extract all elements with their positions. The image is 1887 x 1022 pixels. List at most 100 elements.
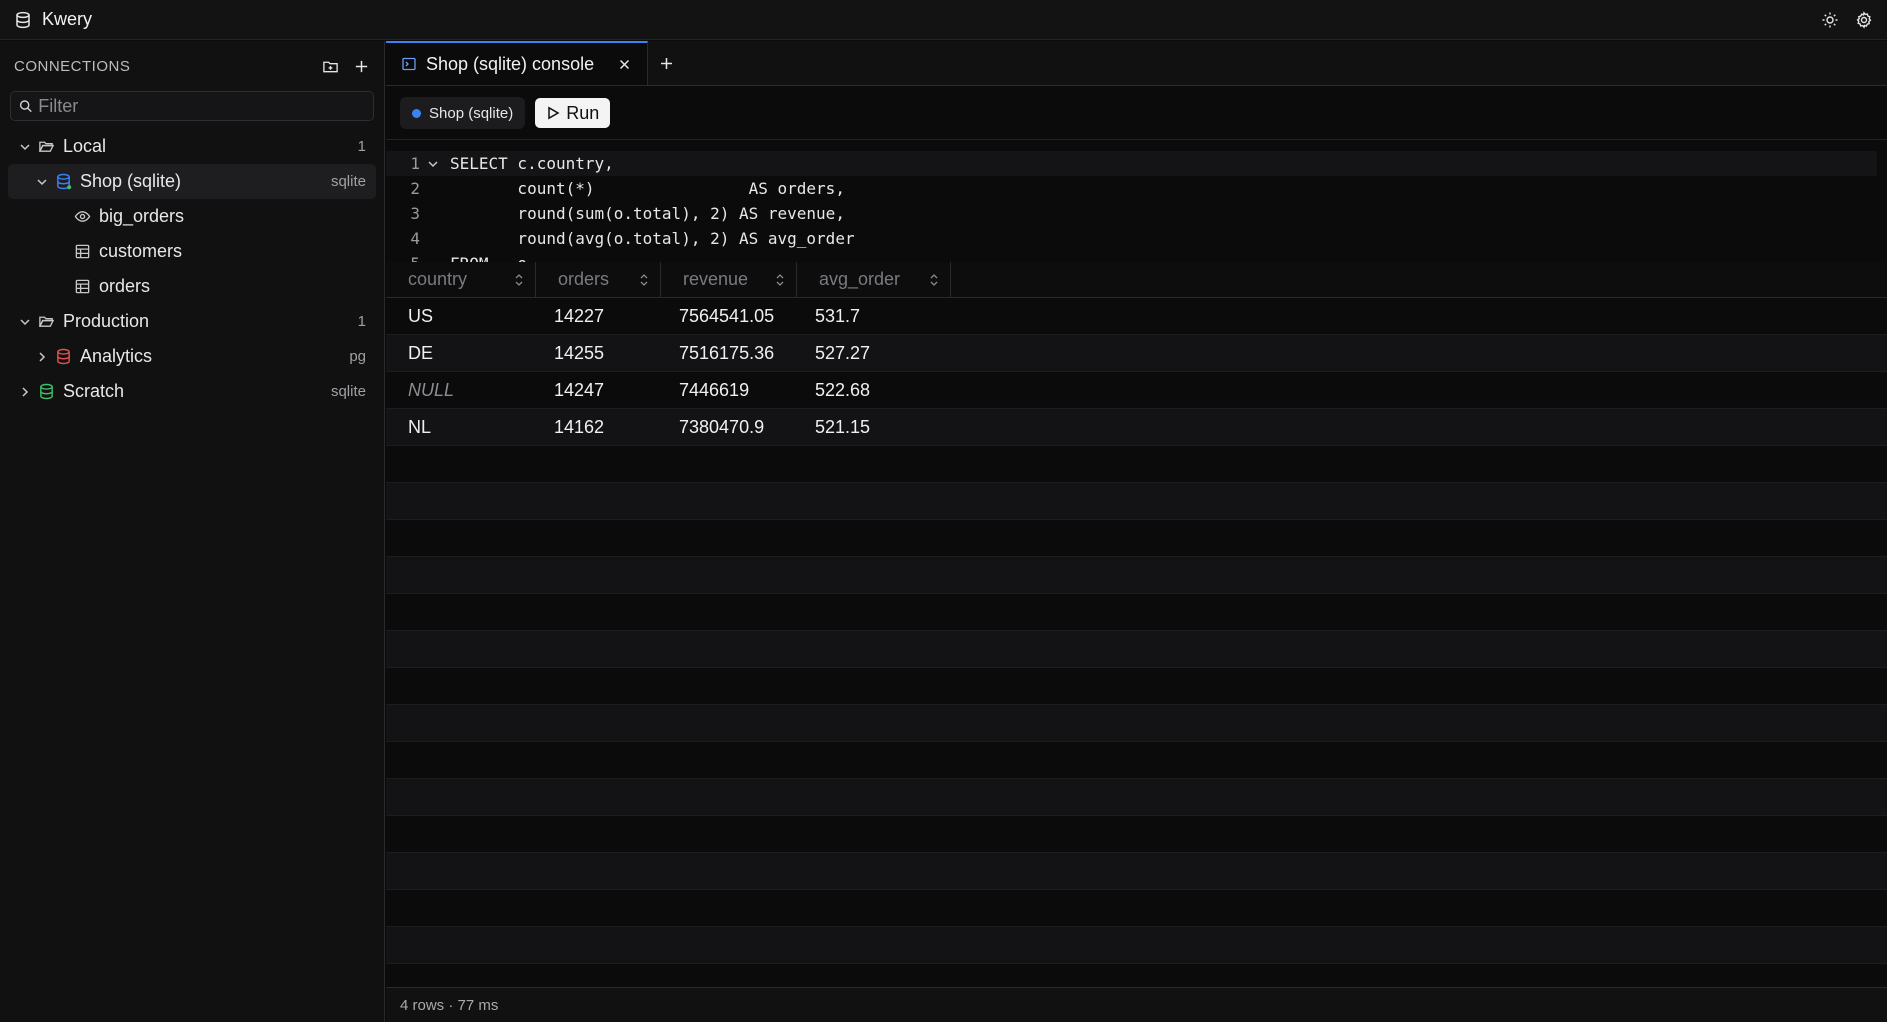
sort-icon[interactable] xyxy=(638,273,650,287)
run-button[interactable]: Run xyxy=(535,98,611,128)
tree-item-label: big_orders xyxy=(99,206,185,226)
line-number: 1 xyxy=(410,154,420,173)
tree-item-label: Shop (sqlite) xyxy=(80,171,182,191)
tree-item-analytics[interactable]: Analytics pg xyxy=(8,339,376,374)
empty-grid-area xyxy=(386,446,1887,964)
empty-row xyxy=(386,520,1887,557)
close-icon[interactable] xyxy=(618,58,631,71)
table-cell[interactable]: 7564541.05 xyxy=(661,298,797,334)
eye-icon xyxy=(74,211,91,222)
tree-item-type: sqlite xyxy=(330,383,366,400)
sql-editor[interactable]: 1 SELECT c.country, 2 count(*) AS orders… xyxy=(386,141,1887,262)
table-row[interactable]: DE 14255 7516175.36 527.27 xyxy=(386,335,1887,372)
gear-icon[interactable] xyxy=(1855,10,1873,29)
table-cell[interactable]: 522.68 xyxy=(797,372,951,408)
table-row[interactable]: US 14227 7564541.05 531.7 xyxy=(386,298,1887,335)
chevron-down-icon[interactable] xyxy=(18,140,32,154)
code-line[interactable]: 5 FROM o xyxy=(386,251,1887,262)
tree-item-label: Production xyxy=(63,311,150,331)
table-cell[interactable]: 7516175.36 xyxy=(661,335,797,371)
result-summary: 4 rows · 77 ms xyxy=(400,996,499,1014)
code-text: count(*) AS orders, xyxy=(450,179,845,198)
tree-item-local[interactable]: Local 1 xyxy=(8,129,376,164)
table-cell[interactable]: 14255 xyxy=(536,335,661,371)
chevron-down-icon[interactable] xyxy=(18,315,32,329)
play-icon xyxy=(548,106,560,120)
code-text: FROM o xyxy=(424,254,527,262)
connections-label: CONNECTIONS xyxy=(14,57,131,75)
tree-item-label: Analytics xyxy=(80,346,153,366)
connection-status-dot xyxy=(412,108,421,118)
table-cell[interactable]: 14227 xyxy=(536,298,661,334)
tree-item-orders[interactable]: orders xyxy=(8,269,376,304)
tree-item-count: 1 xyxy=(357,313,366,330)
code-line[interactable]: 2 count(*) AS orders, xyxy=(386,176,1887,201)
tree-item-production[interactable]: Production 1 xyxy=(8,304,376,339)
tree-item-scratch[interactable]: Scratch sqlite xyxy=(8,374,376,409)
database-icon xyxy=(40,383,53,400)
empty-row xyxy=(386,816,1887,853)
add-connection-icon[interactable] xyxy=(353,58,370,75)
tree-item-label: customers xyxy=(99,241,183,261)
table-icon xyxy=(75,244,90,259)
sort-icon[interactable] xyxy=(513,273,525,287)
tree-item-customers[interactable]: customers xyxy=(8,234,376,269)
chevron-down-icon[interactable] xyxy=(35,175,49,189)
code-line[interactable]: 4 round(avg(o.total), 2) AS avg_order xyxy=(386,226,1887,251)
empty-row xyxy=(386,631,1887,668)
grid-header: country orders revenue avg_order xyxy=(386,262,1887,298)
empty-row xyxy=(386,779,1887,816)
table-cell[interactable]: US xyxy=(386,298,536,334)
console-icon xyxy=(402,57,416,71)
tree-item-big-orders[interactable]: big_orders xyxy=(8,199,376,234)
table-cell[interactable]: 521.15 xyxy=(797,409,951,445)
folder-open-icon xyxy=(38,141,55,152)
table-cell[interactable]: NL xyxy=(386,409,536,445)
connection-tree: Local 1 Shop (sqlite) sqlite big_orders … xyxy=(0,129,384,409)
fold-chevron-icon[interactable] xyxy=(426,157,440,171)
tree-item-label: Local xyxy=(63,136,107,156)
filter-input[interactable] xyxy=(38,95,365,117)
empty-row xyxy=(386,705,1887,742)
table-row[interactable]: NULL 14247 7446619 522.68 xyxy=(386,372,1887,409)
line-number: 4 xyxy=(410,229,420,248)
tab-console[interactable]: Shop (sqlite) console xyxy=(386,41,648,85)
column-header-revenue[interactable]: revenue xyxy=(661,262,797,297)
add-tab-button[interactable] xyxy=(648,41,684,85)
table-row[interactable]: NL 14162 7380470.9 521.15 xyxy=(386,409,1887,446)
line-number: 5 xyxy=(386,254,424,262)
code-text: SELECT c.country, xyxy=(450,154,614,173)
tree-item-type: sqlite xyxy=(330,173,366,190)
sort-icon[interactable] xyxy=(928,273,940,287)
empty-row xyxy=(386,853,1887,890)
sort-icon[interactable] xyxy=(774,273,786,287)
table-cell[interactable]: 531.7 xyxy=(797,298,951,334)
table-cell[interactable]: DE xyxy=(386,335,536,371)
table-cell-null[interactable]: NULL xyxy=(386,372,536,408)
tree-item-count: 1 xyxy=(357,138,366,155)
sun-icon[interactable] xyxy=(1821,11,1839,29)
table-cell[interactable]: 14162 xyxy=(536,409,661,445)
connection-label: Shop (sqlite) xyxy=(429,104,514,122)
tree-item-shop[interactable]: Shop (sqlite) sqlite xyxy=(8,164,376,199)
table-cell[interactable]: 7380470.9 xyxy=(661,409,797,445)
column-header-country[interactable]: country xyxy=(386,262,536,297)
empty-row xyxy=(386,483,1887,520)
table-cell[interactable]: 527.27 xyxy=(797,335,951,371)
table-cell[interactable]: 14247 xyxy=(536,372,661,408)
title-bar: Kwery xyxy=(0,0,1887,40)
code-text: round(sum(o.total), 2) AS revenue, xyxy=(450,204,845,223)
column-header-avg-order[interactable]: avg_order xyxy=(797,262,951,297)
connection-selector[interactable]: Shop (sqlite) xyxy=(400,97,526,129)
database-icon xyxy=(16,11,30,28)
chevron-right-icon[interactable] xyxy=(18,385,32,399)
table-cell[interactable]: 7446619 xyxy=(661,372,797,408)
column-header-label: country xyxy=(408,269,468,289)
chevron-right-icon[interactable] xyxy=(35,350,49,364)
code-line[interactable]: 1 SELECT c.country, xyxy=(386,151,1877,176)
code-line[interactable]: 3 round(sum(o.total), 2) AS revenue, xyxy=(386,201,1887,226)
line-number: 3 xyxy=(410,204,420,223)
column-header-orders[interactable]: orders xyxy=(536,262,661,297)
new-folder-icon[interactable] xyxy=(322,58,339,75)
empty-row xyxy=(386,742,1887,779)
